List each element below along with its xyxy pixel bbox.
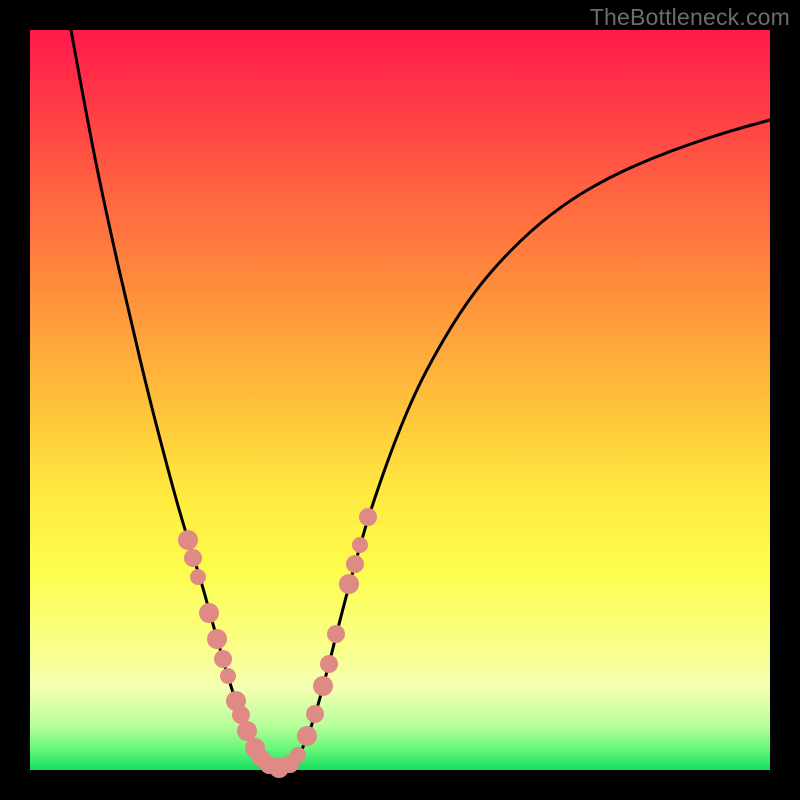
bead bbox=[313, 676, 333, 696]
beads-left-group bbox=[178, 530, 289, 778]
bead bbox=[214, 650, 232, 668]
beads-right-group bbox=[281, 508, 377, 773]
bead bbox=[346, 555, 364, 573]
bead bbox=[190, 569, 206, 585]
bead bbox=[199, 603, 219, 623]
bead bbox=[290, 747, 306, 763]
bead bbox=[352, 537, 368, 553]
bead bbox=[220, 668, 236, 684]
bead bbox=[320, 655, 338, 673]
frame: TheBottleneck.com bbox=[0, 0, 800, 800]
bead bbox=[184, 549, 202, 567]
watermark-text: TheBottleneck.com bbox=[590, 4, 790, 31]
bead bbox=[178, 530, 198, 550]
plot-area bbox=[30, 30, 770, 770]
curves-svg bbox=[30, 30, 770, 770]
bead bbox=[339, 574, 359, 594]
bead bbox=[207, 629, 227, 649]
bead bbox=[327, 625, 345, 643]
bead bbox=[237, 721, 257, 741]
bead bbox=[297, 726, 317, 746]
right-curve bbox=[279, 120, 770, 769]
left-curve bbox=[71, 30, 279, 769]
bead bbox=[306, 705, 324, 723]
bead bbox=[359, 508, 377, 526]
